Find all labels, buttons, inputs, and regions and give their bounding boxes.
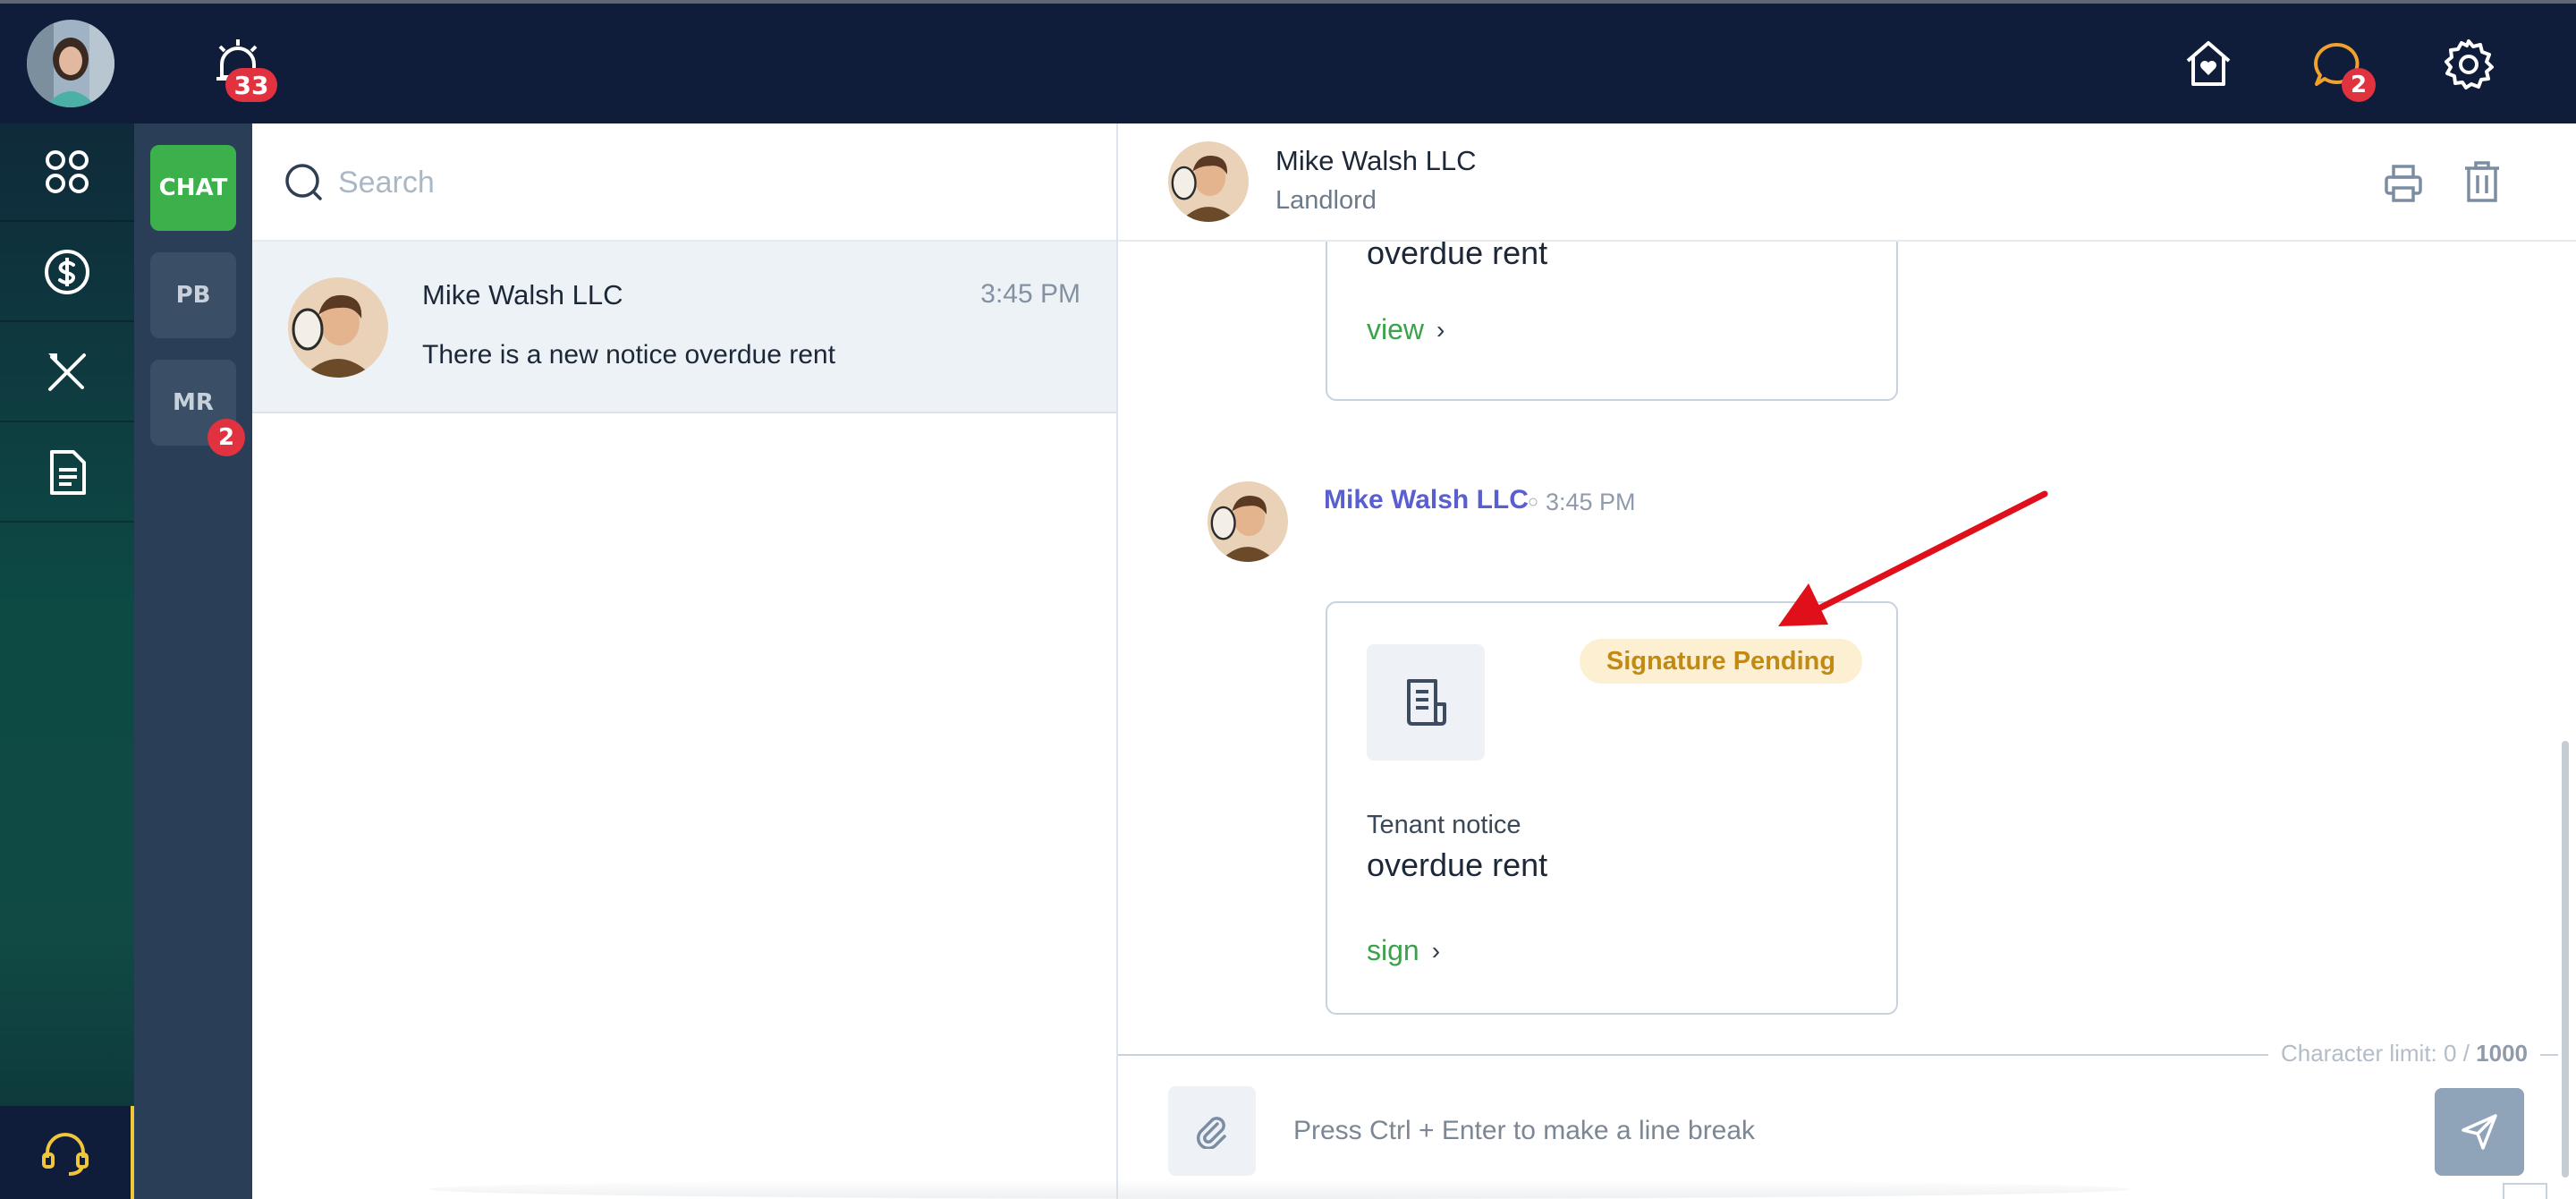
contact-avatar [1168, 141, 1249, 222]
tools-icon [48, 353, 86, 391]
document-thumbnail [1367, 644, 1485, 761]
sign-link-label: sign [1367, 934, 1419, 966]
nav-documents[interactable] [0, 424, 134, 523]
separator-dot-icon: ○ [1528, 492, 1539, 512]
chat-panel: Mike Walsh LLC Landlord overdue rent vie… [1118, 123, 2576, 1199]
bottom-shadow [429, 1179, 2129, 1199]
user-avatar[interactable] [27, 20, 114, 107]
status-badge: Signature Pending [1580, 639, 1862, 684]
gear-icon[interactable] [2442, 38, 2496, 91]
conversation-name: Mike Walsh LLC [422, 279, 623, 310]
nav-apps[interactable] [0, 123, 134, 222]
headset-icon [42, 1133, 89, 1176]
main-nav [0, 123, 134, 1199]
dollar-circle-icon [45, 250, 89, 294]
document-icon [50, 450, 86, 495]
character-limit: Character limit: 0 / 1000 [2267, 1040, 2540, 1067]
sign-link[interactable]: sign › [1367, 934, 1440, 967]
send-icon [2462, 1114, 2497, 1150]
chat-count-badge: 2 [2342, 68, 2376, 102]
chat-type-column: CHAT PB MR 2 [134, 123, 252, 1199]
document-icon [1407, 679, 1446, 726]
character-limit-max: 1000 [2476, 1040, 2528, 1067]
notice-type: Tenant notice [1367, 811, 1521, 839]
support-button[interactable] [0, 1106, 134, 1199]
conversation-item[interactable]: Mike Walsh LLC 3:45 PM There is a new no… [252, 242, 1116, 413]
view-link[interactable]: view › [1367, 313, 1445, 346]
send-button[interactable] [2435, 1088, 2524, 1176]
attach-button[interactable] [1168, 1086, 1256, 1176]
top-bar: 33 2 [0, 0, 2576, 123]
search-input[interactable] [338, 156, 1072, 209]
search-icon [285, 164, 322, 200]
contact-avatar [288, 277, 388, 378]
chat-header: Mike Walsh LLC Landlord [1118, 123, 2576, 242]
message-sender: Mike Walsh LLC [1324, 485, 1529, 514]
conversation-time: 3:45 PM [980, 279, 1080, 309]
apps-grid-icon [46, 150, 89, 193]
trash-icon[interactable] [2463, 161, 2501, 202]
notice-card: overdue rent view › [1326, 222, 1898, 401]
message-time: 3:45 PM [1546, 489, 1636, 515]
notice-title: overdue rent [1367, 846, 1548, 883]
chevron-right-icon: › [1431, 936, 1441, 965]
paperclip-icon [1196, 1117, 1226, 1149]
nav-payments[interactable] [0, 224, 134, 322]
conversation-preview: There is a new notice overdue rent [422, 340, 835, 370]
chevron-right-icon: › [1436, 315, 1445, 344]
nav-maintenance[interactable] [0, 324, 134, 422]
message-input[interactable] [1293, 1102, 2367, 1160]
chat-contact-name: Mike Walsh LLC [1275, 145, 1477, 176]
chat-scrollbar[interactable] [2562, 741, 2569, 1178]
print-icon[interactable] [2383, 163, 2424, 204]
chat-contact-role: Landlord [1275, 186, 1377, 215]
resize-handle[interactable] [2503, 1183, 2547, 1199]
character-limit-label: Character limit: 0 / [2280, 1040, 2470, 1067]
mr-count-badge: 2 [208, 419, 245, 456]
search-bar [252, 123, 1116, 242]
notice-card: Signature Pending Tenant notice overdue … [1326, 601, 1898, 1015]
alerts-count-badge: 33 [225, 68, 277, 102]
view-link-label: view [1367, 313, 1425, 345]
chat-type-chat[interactable]: CHAT [150, 145, 236, 231]
chat-type-pb[interactable]: PB [150, 252, 236, 338]
conversation-list: Mike Walsh LLC 3:45 PM There is a new no… [252, 123, 1118, 1199]
home-heart-icon[interactable] [2182, 38, 2234, 89]
sender-avatar [1208, 481, 1288, 562]
